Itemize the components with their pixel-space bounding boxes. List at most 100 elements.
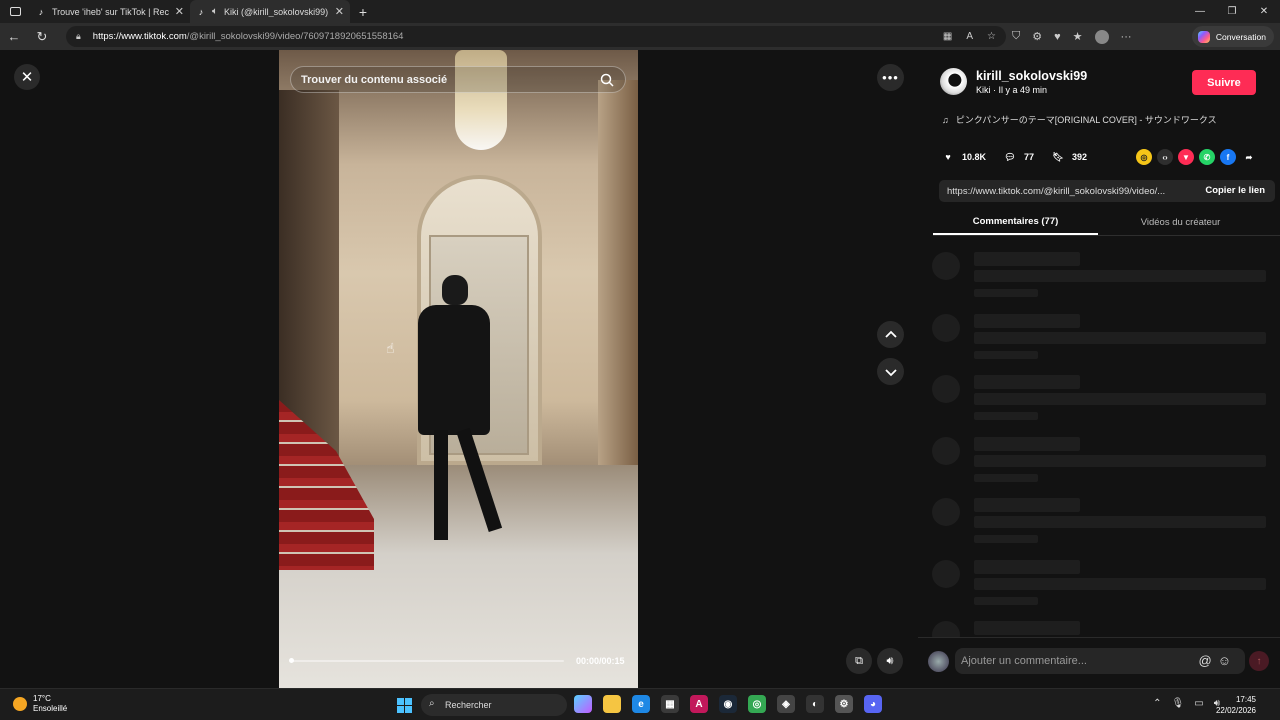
favorites-icon[interactable]: ★ [1073,30,1083,43]
search-icon[interactable] [599,72,615,88]
minimize-icon[interactable]: — [1184,0,1216,23]
back-icon[interactable]: ← [0,23,28,50]
tab-kiki-video[interactable]: ♪ 🔈︎ Kiki (@kirill_sokolovski99) | T ✕ [190,0,350,23]
video-progress-bar[interactable] [289,658,564,663]
mention-icon[interactable]: @ [1199,653,1218,668]
emoji-icon[interactable]: ☺ [1218,653,1237,668]
follow-button[interactable]: Suivre [1192,70,1256,95]
screen: ♪ Trouve 'iheb' sur TikTok | Recherch ✕ … [0,0,1280,720]
search-icon: ⌕ [429,698,435,709]
user-avatar[interactable] [928,651,949,672]
speaker-icon[interactable]: 🔈︎ [212,6,218,17]
comment-count: 77 [1024,152,1035,162]
music-title: ピンクパンサーのテーマ[ORIGINAL COVER] - サウンドワークス [955,115,1217,125]
store-icon[interactable]: ▦ [661,695,679,713]
maximize-icon[interactable]: ❐ [1216,0,1248,23]
acrobat-icon[interactable]: A [690,695,708,713]
weather-condition: Ensoleillé [33,704,68,713]
close-tab-icon[interactable]: ✕ [335,5,344,18]
read-aloud-icon[interactable]: A [966,31,973,42]
address-bar[interactable]: 🔒︎ https://www.tiktok.com/@kirill_sokolo… [66,26,1006,47]
tiktok-icon: ♪ [198,6,204,17]
app-icon[interactable]: ◈ [777,695,795,713]
steam-icon[interactable]: ◉ [719,695,737,713]
shield-icon[interactable]: ⛉ [1012,30,1020,43]
edge-browser-icon[interactable]: e [632,695,650,713]
tab-creator-videos[interactable]: Vidéos du créateur [1098,210,1263,235]
repost-icon[interactable]: ▼ [1178,149,1194,165]
video-stage: ✕ Trouver du contenu associé ☝︎ 00:00/00… [0,50,918,688]
save-button[interactable]: 🔖︎ 392 [1050,149,1087,165]
share-row: ◎ ‹› ▼ ✆ f ➦ [1136,149,1257,165]
taskbar-search-label: Rechercher [445,700,492,710]
lock-icon[interactable]: 🔒︎ [76,31,81,42]
system-tray: ⌃ 🎙︎ ▭ 🔊︎ [1153,698,1220,709]
close-window-icon[interactable]: ✕ [1248,0,1280,23]
video-link-box: https://www.tiktok.com/@kirill_sokolovsk… [939,180,1275,202]
send-comment-button[interactable]: ↑ [1249,651,1269,671]
favorite-star-icon[interactable]: ☆ [987,31,996,42]
whatsapp-icon[interactable]: ✆ [1199,149,1215,165]
close-tab-icon[interactable]: ✕ [175,5,184,18]
ellipsis-icon: ••• [882,70,899,85]
close-icon: ✕ [20,69,34,86]
like-count: 10.8K [962,152,987,162]
taskbar-search[interactable]: ⌕ Rechercher [421,694,567,716]
share-arrow-icon[interactable]: ➦ [1241,149,1257,165]
browser-essentials-icon[interactable]: ♥︎ [1054,31,1061,43]
copy-link-button[interactable]: Copier le lien [1205,185,1265,196]
chevron-up-icon[interactable]: ⌃ [1153,698,1161,709]
tab-comments[interactable]: Commentaires (77) [933,210,1098,235]
video-player[interactable]: Trouver du contenu associé ☝︎ 00:00/00:1… [279,50,638,688]
taskbar-clock[interactable]: 17:45 22/02/2026 [1216,694,1256,716]
weather-temperature: 17°C [33,694,51,703]
windows-start-icon[interactable] [397,698,412,713]
app-icon[interactable]: ◐ [806,695,824,713]
close-video-button[interactable]: ✕ [14,64,40,90]
previous-video-button[interactable] [877,321,904,348]
display-icon[interactable]: ▭ [1194,698,1203,709]
creator-username[interactable]: kirill_sokolovski99 [976,69,1087,83]
facebook-icon[interactable]: f [1220,149,1236,165]
volume-button[interactable]: 🔊︎ [877,648,903,674]
clock-date: 22/02/2026 [1215,706,1256,715]
music-note-icon: ♫ [942,114,949,125]
comment-input[interactable]: Ajouter un commentaire... @☺ [955,648,1245,674]
settings-icon[interactable]: ⚙ [835,695,853,713]
like-button[interactable]: ♥ 10.8K [940,149,986,165]
profile-avatar[interactable] [1094,29,1109,44]
new-tab-button[interactable]: + [350,0,376,23]
mouse-cursor-icon: ☝︎ [386,340,395,356]
tiktok-icon: ♪ [38,6,44,17]
weather-widget[interactable]: 17°C Ensoleillé [13,694,67,714]
file-explorer-icon[interactable] [603,695,621,713]
page-viewport: ✕ Trouver du contenu associé ☝︎ 00:00/00… [0,50,1280,688]
related-search-placeholder: Trouver du contenu associé [301,73,448,86]
url-path: /@kirill_sokolovski99/video/760971892065… [186,31,404,42]
related-search-input[interactable]: Trouver du contenu associé [290,66,626,93]
microphone-icon[interactable]: 🎙︎ [1172,698,1185,709]
app-available-icon[interactable]: ▦ [943,31,952,42]
copilot-app-icon[interactable] [574,695,592,713]
comment-button[interactable]: 💬︎ 77 [1002,149,1034,165]
tab-search-tiktok[interactable]: ♪ Trouve 'iheb' sur TikTok | Recherch ✕ [30,0,190,23]
tab-actions-button[interactable] [0,0,30,23]
extensions-icon[interactable]: ⚙︎ [1032,30,1042,43]
coin-icon[interactable]: ◎ [1136,149,1152,165]
more-options-button[interactable]: ••• [877,64,904,91]
clock-time: 17:45 [1235,695,1256,704]
embed-code-icon[interactable]: ‹› [1157,149,1173,165]
creator-avatar[interactable] [940,68,967,95]
refresh-icon[interactable]: ↻ [28,23,56,50]
copilot-conversation-button[interactable]: Conversation [1191,26,1274,47]
composer-icons: @☺ [1199,653,1237,668]
music-link[interactable]: ♫ ピンクパンサーのテーマ[ORIGINAL COVER] - サウンドワークス [942,113,1217,126]
next-video-button[interactable] [877,358,904,385]
save-count: 392 [1072,152,1088,162]
discord-icon[interactable]: ◕ [864,695,882,713]
chrome-icon[interactable]: ◎ [748,695,766,713]
video-link-text: https://www.tiktok.com/@kirill_sokolovsk… [947,185,1166,197]
progress-handle[interactable] [289,658,294,663]
more-menu-icon[interactable]: ··· [1121,31,1132,43]
floating-player-button[interactable]: ⧉ [846,648,872,674]
